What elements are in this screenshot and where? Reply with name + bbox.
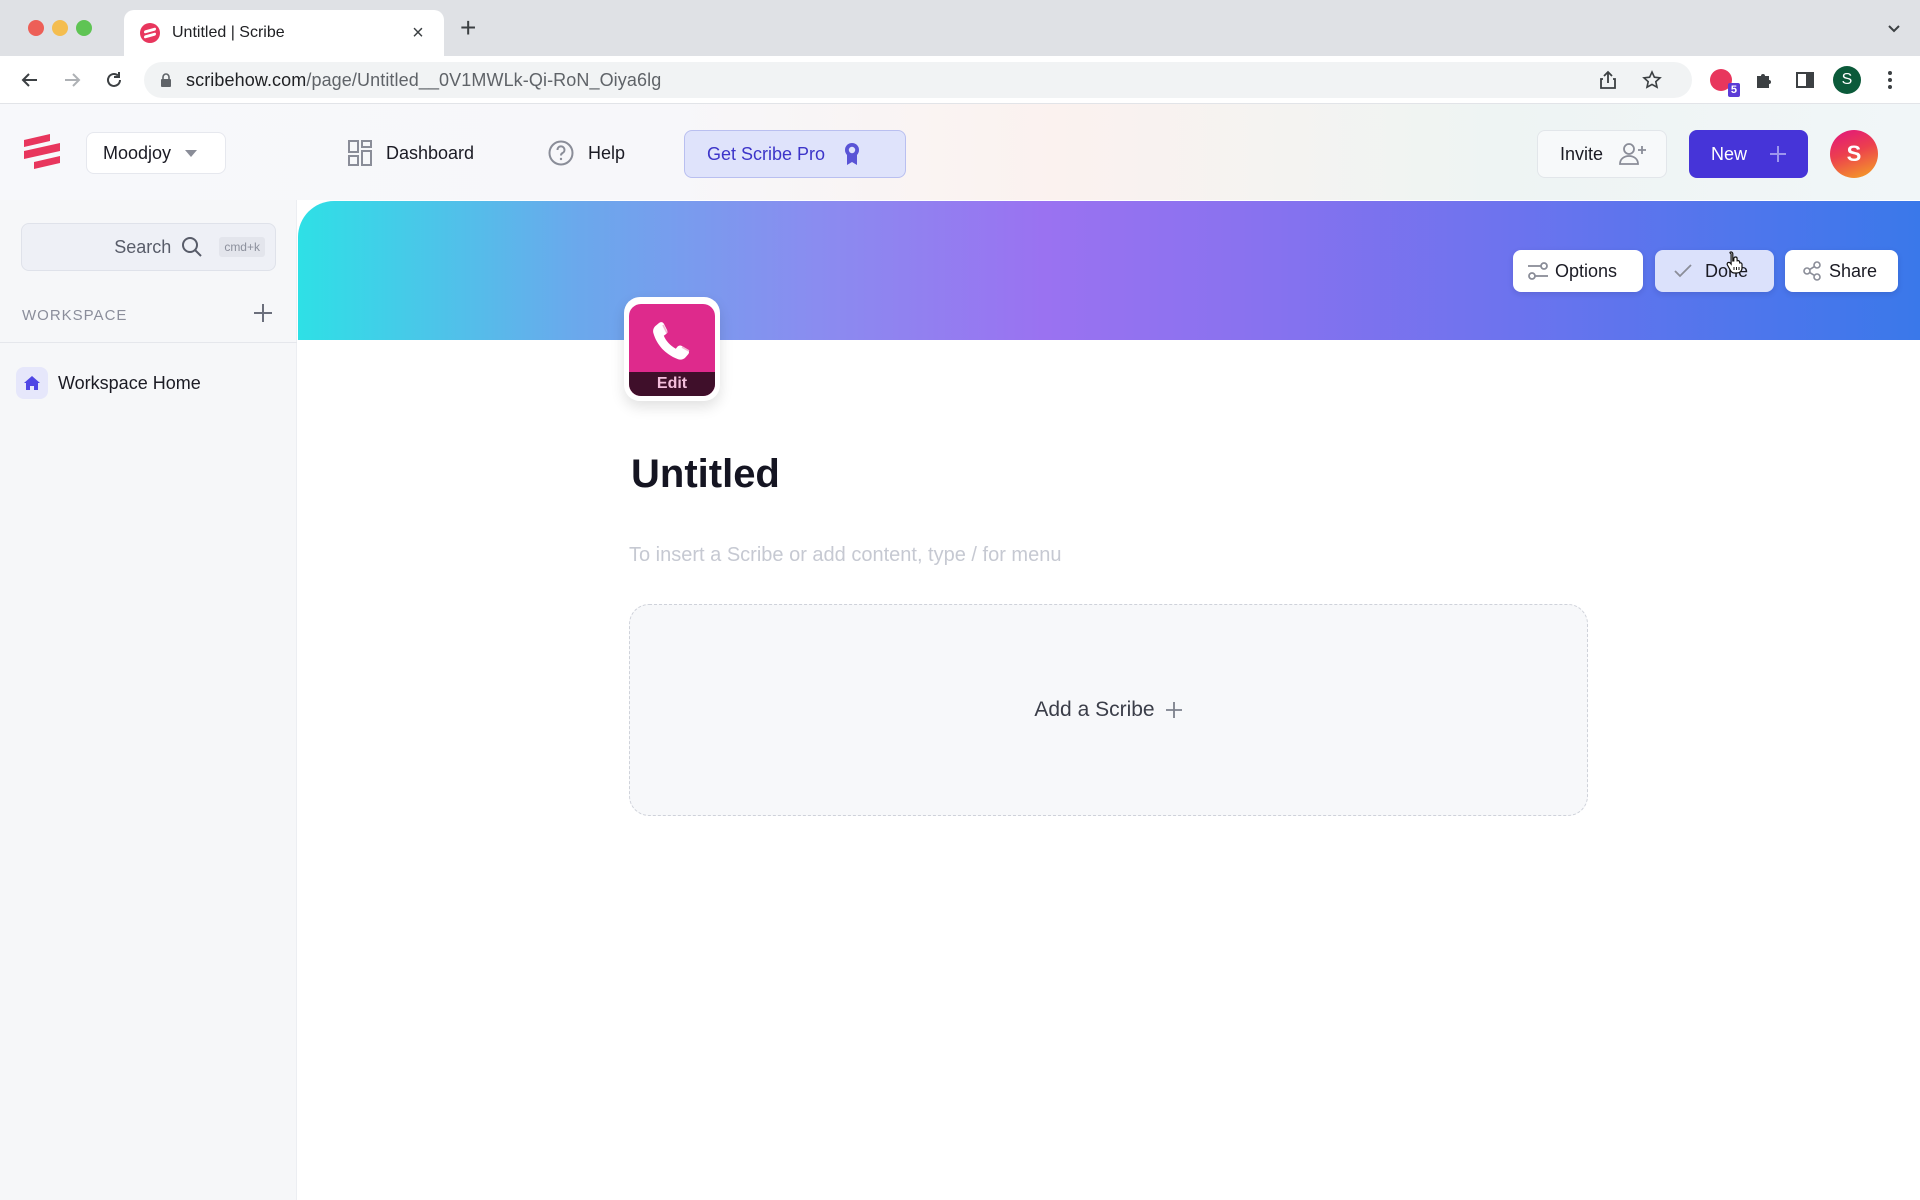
share-page-button[interactable] xyxy=(1596,68,1620,92)
arrow-right-icon xyxy=(65,73,81,87)
done-label: Done xyxy=(1705,260,1749,281)
search-input[interactable]: Search cmd+k xyxy=(21,223,276,271)
editor-placeholder[interactable]: To insert a Scribe or add content, type … xyxy=(629,544,1061,567)
url-host: scribehow.com xyxy=(186,69,307,90)
new-tab-button[interactable]: + xyxy=(460,14,476,42)
nav-help[interactable]: Help xyxy=(548,140,625,166)
page-icon: Edit xyxy=(629,304,715,396)
side-panel-button[interactable] xyxy=(1791,66,1819,94)
page-icon-button[interactable]: Edit xyxy=(624,297,720,401)
add-workspace-item-icon[interactable] xyxy=(252,302,274,324)
caret-down-icon xyxy=(185,149,198,157)
new-label: New xyxy=(1711,143,1748,164)
check-icon xyxy=(1674,264,1692,278)
options-button[interactable]: Options xyxy=(1513,250,1643,292)
bookmark-button[interactable] xyxy=(1640,68,1664,92)
browser-tab-active[interactable]: Untitled | Scribe × xyxy=(124,10,444,56)
scribe-extension-icon: 5 xyxy=(1710,69,1740,97)
invite-label: Invite xyxy=(1560,143,1604,164)
app-root: Untitled | Scribe × + scribehow.com/page… xyxy=(0,0,1920,1200)
get-scribe-pro-button[interactable]: Get Scribe Pro xyxy=(684,130,906,178)
workspace-heading: WORKSPACE xyxy=(22,307,128,324)
phone-icon xyxy=(653,322,690,360)
extension-badge: 5 xyxy=(1727,83,1740,97)
search-icon xyxy=(182,237,203,257)
workspace-selector[interactable]: Moodjoy xyxy=(86,132,226,174)
plus-icon xyxy=(1770,146,1787,162)
sidebar-item-label: Workspace Home xyxy=(58,372,201,393)
home-icon xyxy=(16,367,48,399)
window-close-button[interactable] xyxy=(28,20,44,36)
invite-button[interactable]: Invite xyxy=(1537,130,1667,178)
edit-icon-label: Edit xyxy=(629,372,715,396)
reload-button[interactable] xyxy=(100,66,128,94)
options-label: Options xyxy=(1555,260,1618,281)
award-ribbon-icon xyxy=(845,143,860,165)
more-vertical-icon xyxy=(1888,71,1892,89)
share-nodes-icon xyxy=(1803,261,1821,281)
star-icon xyxy=(1642,70,1662,89)
sidebar-divider xyxy=(0,342,297,343)
lock-icon xyxy=(161,73,171,87)
plus-icon xyxy=(1165,702,1182,718)
back-button[interactable] xyxy=(16,66,44,94)
scribe-extension-button[interactable]: 5 xyxy=(1707,66,1740,97)
search-shortcut: cmd+k xyxy=(219,237,265,257)
profile-button[interactable]: S xyxy=(1833,66,1861,94)
browser-menu-button[interactable] xyxy=(1876,66,1904,94)
page-title[interactable]: Untitled xyxy=(631,452,780,497)
add-scribe-button[interactable]: Add a Scribe xyxy=(629,604,1588,816)
tab-title: Untitled | Scribe xyxy=(172,24,285,41)
user-avatar[interactable]: S xyxy=(1830,130,1878,178)
window-minimize-button[interactable] xyxy=(52,20,68,36)
nav-dashboard-label: Dashboard xyxy=(386,142,475,163)
add-scribe-label: Add a Scribe xyxy=(1034,698,1155,721)
help-icon xyxy=(548,140,574,166)
sliders-icon xyxy=(1528,262,1548,280)
scribe-logo-icon[interactable] xyxy=(20,134,64,170)
app-header: Moodjoy Dashboard Help Get Scribe Pro In… xyxy=(0,104,1920,200)
url-text: scribehow.com/page/Untitled__0V1MWLk-Qi-… xyxy=(186,70,661,91)
share-label: Share xyxy=(1829,260,1878,281)
forward-button[interactable] xyxy=(58,66,86,94)
nav-help-label: Help xyxy=(588,142,626,163)
url-path: /page/Untitled__0V1MWLk-Qi-RoN_Oiya6lg xyxy=(306,69,662,90)
reload-icon xyxy=(107,72,121,87)
sidebar: Search cmd+k WORKSPACE Workspace Home xyxy=(0,200,297,1200)
sidebar-item-workspace-home[interactable]: Workspace Home xyxy=(16,367,281,399)
user-plus-icon xyxy=(1619,143,1647,165)
tab-search-chevron-icon[interactable] xyxy=(1886,20,1902,36)
search-label: Search xyxy=(114,236,172,257)
dashboard-icon xyxy=(348,140,372,166)
get-scribe-pro-label: Get Scribe Pro xyxy=(707,143,826,164)
window-maximize-button[interactable] xyxy=(76,20,92,36)
side-panel-icon xyxy=(1796,72,1814,88)
extensions-button[interactable] xyxy=(1750,66,1778,94)
done-button[interactable]: Done xyxy=(1655,250,1774,292)
browser-toolbar: scribehow.com/page/Untitled__0V1MWLk-Qi-… xyxy=(0,56,1920,104)
arrow-left-icon xyxy=(21,73,37,87)
browser-tabstrip: Untitled | Scribe × + xyxy=(0,0,1920,56)
address-bar[interactable]: scribehow.com/page/Untitled__0V1MWLk-Qi-… xyxy=(144,62,1692,98)
tab-close-button[interactable]: × xyxy=(408,22,428,45)
scribe-favicon-icon xyxy=(140,23,160,43)
profile-avatar: S xyxy=(1833,66,1861,94)
share-upload-icon xyxy=(1600,70,1616,89)
workspace-name: Moodjoy xyxy=(103,142,172,163)
nav-dashboard[interactable]: Dashboard xyxy=(348,140,474,166)
share-button[interactable]: Share xyxy=(1785,250,1898,292)
puzzle-icon xyxy=(1757,74,1771,88)
new-button[interactable]: New xyxy=(1689,130,1808,178)
